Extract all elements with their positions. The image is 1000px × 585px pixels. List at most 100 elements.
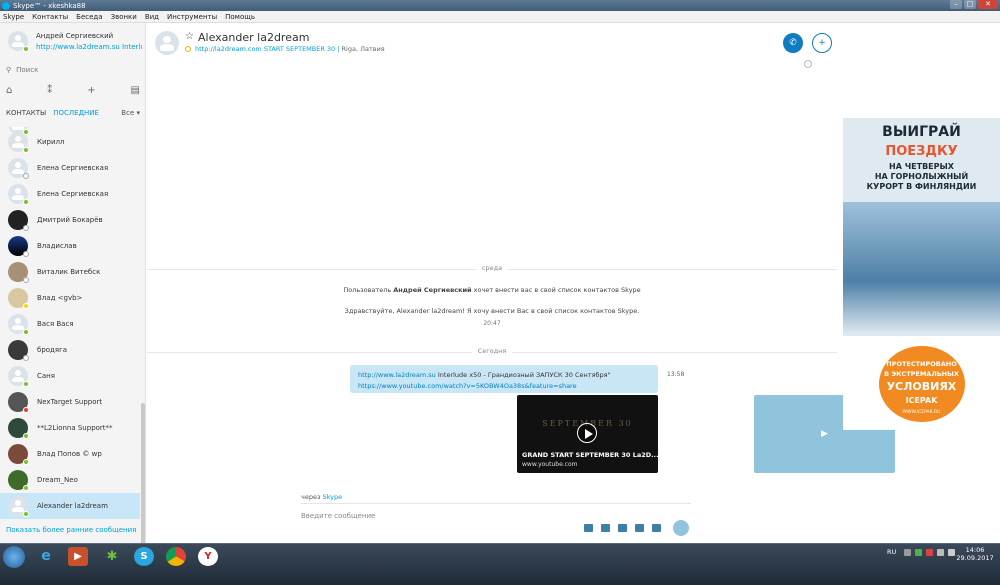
game-icon[interactable]: ✱ <box>102 547 122 566</box>
youtube-preview[interactable]: SEPTEMBER 30 GRAND START SEPTEMBER 30 La… <box>517 395 658 473</box>
send-image-icon[interactable] <box>584 524 593 532</box>
search-box[interactable]: ⚲ Поиск <box>6 63 140 77</box>
chat-contact-avatar[interactable] <box>155 31 179 55</box>
ad-top: ВЫИГРАЙ ПОЕЗДКУ НА ЧЕТВЕРЫХ НА ГОРНОЛЫЖН… <box>843 118 1000 336</box>
message-timestamp: 13:58 <box>667 371 685 378</box>
ad-subline: НА ЧЕТВЕРЫХ НА ГОРНОЛЫЖНЫЙ КУРОРТ В ФИНЛ… <box>843 162 1000 192</box>
message-input[interactable]: Введите сообщение <box>301 512 375 520</box>
contact-avatar <box>8 496 29 517</box>
yandex-browser-icon[interactable]: Y <box>198 547 218 566</box>
offline-status-icon <box>23 251 29 257</box>
contact-item[interactable]: Влад <gvb> <box>0 285 140 311</box>
offline-status-icon <box>23 277 29 283</box>
message-bubble[interactable]: http://www.la2dream.su Interlude x50 - Г… <box>350 365 658 393</box>
window-titlebar: Skype™ - xkeshka88 – □ ✕ <box>0 0 1000 11</box>
contact-item[interactable]: Влад Попов © wp <box>0 441 140 467</box>
menu-view[interactable]: Вид <box>145 13 159 21</box>
date-divider: среда <box>147 264 837 274</box>
dialpad-icon[interactable]: ⁑ <box>47 85 52 96</box>
skype-taskbar-icon[interactable]: S <box>134 547 154 566</box>
tab-recent[interactable]: ПОСЛЕДНИЕ <box>53 109 99 117</box>
contact-name: Кирилл <box>37 138 65 146</box>
favorite-star-icon[interactable]: ☆ <box>185 31 194 42</box>
search-input[interactable]: Поиск <box>16 66 38 74</box>
contact-item[interactable]: Дмитрий Бокарёв <box>0 207 140 233</box>
my-name: Андрей Сергиевский <box>36 32 114 40</box>
start-button[interactable] <box>3 546 25 568</box>
ad-badge-text: ПРОТЕСТИРОВАНО <box>886 360 957 368</box>
home-icon[interactable]: ⌂ <box>6 85 12 96</box>
contact-item[interactable]: бродяга <box>0 337 140 363</box>
tray-app-icon[interactable] <box>915 549 922 556</box>
message-link[interactable]: http://www.la2dream.su <box>358 371 436 379</box>
my-profile[interactable]: Андрей Сергиевский http://www.la2dream.s… <box>6 31 144 57</box>
menu-tools[interactable]: Инструменты <box>167 13 217 21</box>
add-icon[interactable]: + <box>87 85 95 96</box>
media-player-icon[interactable]: ▶ <box>68 547 88 566</box>
contact-card-icon[interactable]: ▤ <box>131 85 140 96</box>
online-status-icon <box>23 459 29 465</box>
contact-avatar <box>8 470 29 491</box>
taskbar-clock[interactable]: 14:06 29.09.2017 <box>955 546 995 562</box>
internet-explorer-icon[interactable]: e <box>36 547 56 566</box>
contact-item[interactable]: Елена Сергиевская <box>0 181 140 207</box>
date-label: среда <box>475 264 509 272</box>
menu-conversation[interactable]: Беседа <box>76 13 102 21</box>
contact-item[interactable]: Саня <box>0 363 140 389</box>
emoticon-icon[interactable] <box>652 524 661 532</box>
voice-call-button[interactable]: ✆ <box>783 33 803 53</box>
menu-calls[interactable]: Звонки <box>111 13 137 21</box>
system-message: Здравствуйте, Alexander la2dream! Я хочу… <box>344 307 640 315</box>
menu-help[interactable]: Помощь <box>225 13 255 21</box>
video-message-icon[interactable] <box>618 524 627 532</box>
show-earlier-messages-link[interactable]: Показать более ранние сообщения <box>6 526 136 534</box>
network-icon[interactable] <box>937 549 944 556</box>
contact-item[interactable]: Dream_Neo <box>0 467 140 493</box>
contact-item[interactable]: Владислав <box>0 233 140 259</box>
contact-item[interactable]: Вася Вася <box>0 311 140 337</box>
menu-bar: Skype Контакты Беседа Звонки Вид Инструм… <box>0 11 1000 23</box>
close-button[interactable]: ✕ <box>978 0 998 9</box>
chat-contact-location: Riga, Латвия <box>341 45 385 53</box>
message-link[interactable]: https://www.youtube.com/watch?v=5KOBW4Oa… <box>358 382 577 390</box>
volume-icon[interactable] <box>948 549 955 556</box>
contact-avatar <box>8 210 29 231</box>
contact-info-icon[interactable] <box>804 60 812 68</box>
contact-item[interactable]: Виталик Витебск <box>0 259 140 285</box>
contact-item[interactable]: Елена Сергиевская <box>0 155 140 181</box>
tray-app-icon[interactable] <box>926 549 933 556</box>
contact-item-selected[interactable]: Alexander la2dream <box>0 493 140 519</box>
via-skype-link[interactable]: Skype <box>323 493 343 501</box>
tray-arrow-icon[interactable] <box>904 549 911 556</box>
contact-item[interactable]: Кирилл <box>0 129 140 155</box>
language-indicator[interactable]: RU <box>887 548 896 556</box>
offline-status-icon <box>23 225 29 231</box>
send-button[interactable] <box>673 520 689 536</box>
contact-avatar <box>8 366 29 387</box>
message-text: Interlude x50 - Грандиозный ЗАПУСК 30 Се… <box>435 371 611 379</box>
send-file-icon[interactable] <box>601 524 610 532</box>
contact-name: Dream_Neo <box>37 476 78 484</box>
chrome-icon[interactable] <box>166 547 186 566</box>
contact-name: Вася Вася <box>37 320 74 328</box>
ad-badge-title: УСЛОВИЯХ <box>886 380 957 393</box>
contact-avatar <box>8 288 29 309</box>
contact-item[interactable]: **L2Lionna Support** <box>0 415 140 441</box>
online-status-icon <box>23 199 29 205</box>
contact-avatar <box>8 184 29 205</box>
maximize-button[interactable]: □ <box>964 0 976 9</box>
contact-list-scrollbar[interactable] <box>141 403 145 563</box>
send-contact-icon[interactable] <box>635 524 644 532</box>
chat-contact-mood: http://la2dream.com START SEPTEMBER 30 |… <box>185 45 385 53</box>
add-people-button[interactable]: + <box>812 33 832 53</box>
play-icon[interactable] <box>577 423 597 443</box>
menu-skype[interactable]: Skype <box>3 13 24 21</box>
tab-contacts[interactable]: КОНТАКТЫ <box>6 109 46 117</box>
contact-item[interactable]: NexTarget Support <box>0 389 140 415</box>
filter-dropdown[interactable]: Все ▾ <box>121 109 140 117</box>
minimize-button[interactable]: – <box>950 0 962 9</box>
advertisement-banner[interactable]: ВЫИГРАЙ ПОЕЗДКУ НА ЧЕТВЕРЫХ НА ГОРНОЛЫЖН… <box>843 118 1000 430</box>
chat-contact-link[interactable]: http://la2dream.com START SEPTEMBER 30 <box>195 45 335 53</box>
menu-contacts[interactable]: Контакты <box>32 13 68 21</box>
my-avatar <box>8 31 29 52</box>
